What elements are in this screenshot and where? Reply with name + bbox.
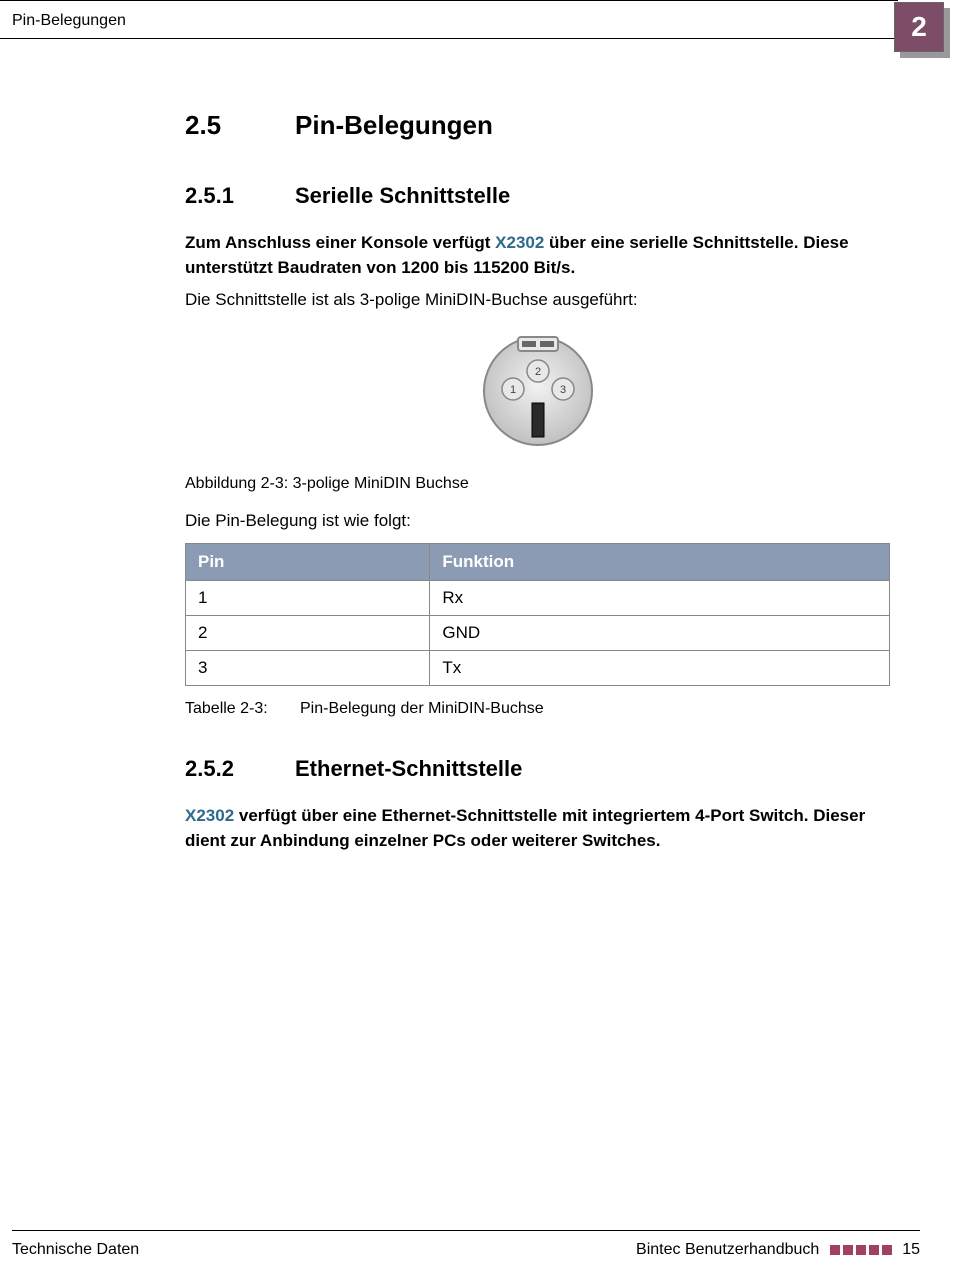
footer-center: Bintec Benutzerhandbuch bbox=[636, 1241, 819, 1258]
cell-func: Tx bbox=[430, 650, 890, 685]
footer-left: Technische Daten bbox=[12, 1241, 139, 1259]
table-row: 2 GND bbox=[186, 615, 890, 650]
intro-pre: Zum Anschluss einer Konsole verfügt bbox=[185, 233, 495, 252]
chapter-badge: 2 bbox=[894, 2, 944, 52]
section-title: Pin-Belegungen bbox=[295, 110, 493, 140]
minidin-icon: 2 1 3 bbox=[473, 331, 603, 451]
table-caption-label: Tabelle 2-3: bbox=[185, 700, 300, 718]
subsection-title: Serielle Schnittstelle bbox=[295, 183, 510, 208]
running-header: Pin-Belegungen bbox=[12, 12, 126, 30]
product-name: X2302 bbox=[185, 806, 234, 825]
cell-func: Rx bbox=[430, 580, 890, 615]
footer: Technische Daten Bintec Benutzerhandbuch… bbox=[12, 1230, 920, 1259]
product-name: X2302 bbox=[495, 233, 544, 252]
table-row: 1 Rx bbox=[186, 580, 890, 615]
schnittstelle-line: Die Schnittstelle ist als 3-polige MiniD… bbox=[185, 288, 890, 313]
cell-pin: 1 bbox=[186, 580, 430, 615]
table-caption: Tabelle 2-3:Pin-Belegung der MiniDIN-Buc… bbox=[185, 700, 890, 718]
cell-func: GND bbox=[430, 615, 890, 650]
page-number: 15 bbox=[902, 1241, 920, 1258]
header-top-rule bbox=[0, 0, 898, 1]
footer-row: Technische Daten Bintec Benutzerhandbuch… bbox=[12, 1241, 920, 1259]
ethernet-text: verfügt über eine Ethernet-Schnittstelle… bbox=[185, 806, 865, 850]
figure-caption: Abbildung 2-3: 3-polige MiniDIN Buchse bbox=[185, 475, 890, 493]
subsection-heading-1: 2.5.1Serielle Schnittstelle bbox=[185, 183, 890, 209]
table-row: 3 Tx bbox=[186, 650, 890, 685]
subsection-number: 2.5.1 bbox=[185, 183, 295, 209]
intro-paragraph: Zum Anschluss einer Konsole verfügt X230… bbox=[185, 231, 890, 280]
subsection-number: 2.5.2 bbox=[185, 756, 295, 782]
col-pin: Pin bbox=[186, 543, 430, 580]
pin-2-label: 2 bbox=[534, 366, 540, 378]
subsection-heading-2: 2.5.2Ethernet-Schnittstelle bbox=[185, 756, 890, 782]
table-caption-text: Pin-Belegung der MiniDIN-Buchse bbox=[300, 700, 544, 717]
footer-rule bbox=[12, 1230, 920, 1231]
section-number: 2.5 bbox=[185, 110, 295, 141]
footer-squares-icon bbox=[830, 1245, 892, 1255]
section-heading: 2.5Pin-Belegungen bbox=[185, 110, 890, 141]
table-header-row: Pin Funktion bbox=[186, 543, 890, 580]
content-area: 2.5Pin-Belegungen 2.5.1Serielle Schnitts… bbox=[185, 110, 890, 861]
pin-table: Pin Funktion 1 Rx 2 GND 3 Tx bbox=[185, 543, 890, 686]
pin-1-label: 1 bbox=[509, 384, 515, 396]
cell-pin: 3 bbox=[186, 650, 430, 685]
minidin-figure: 2 1 3 bbox=[185, 331, 890, 451]
table-intro: Die Pin-Belegung ist wie folgt: bbox=[185, 511, 890, 531]
col-funktion: Funktion bbox=[430, 543, 890, 580]
footer-right: Bintec Benutzerhandbuch 15 bbox=[636, 1241, 920, 1259]
pin-3-label: 3 bbox=[559, 384, 565, 396]
subsection-title: Ethernet-Schnittstelle bbox=[295, 756, 522, 781]
cell-pin: 2 bbox=[186, 615, 430, 650]
header-bottom-rule bbox=[0, 38, 898, 39]
ethernet-paragraph: X2302 verfügt über eine Ethernet-Schnitt… bbox=[185, 804, 890, 853]
